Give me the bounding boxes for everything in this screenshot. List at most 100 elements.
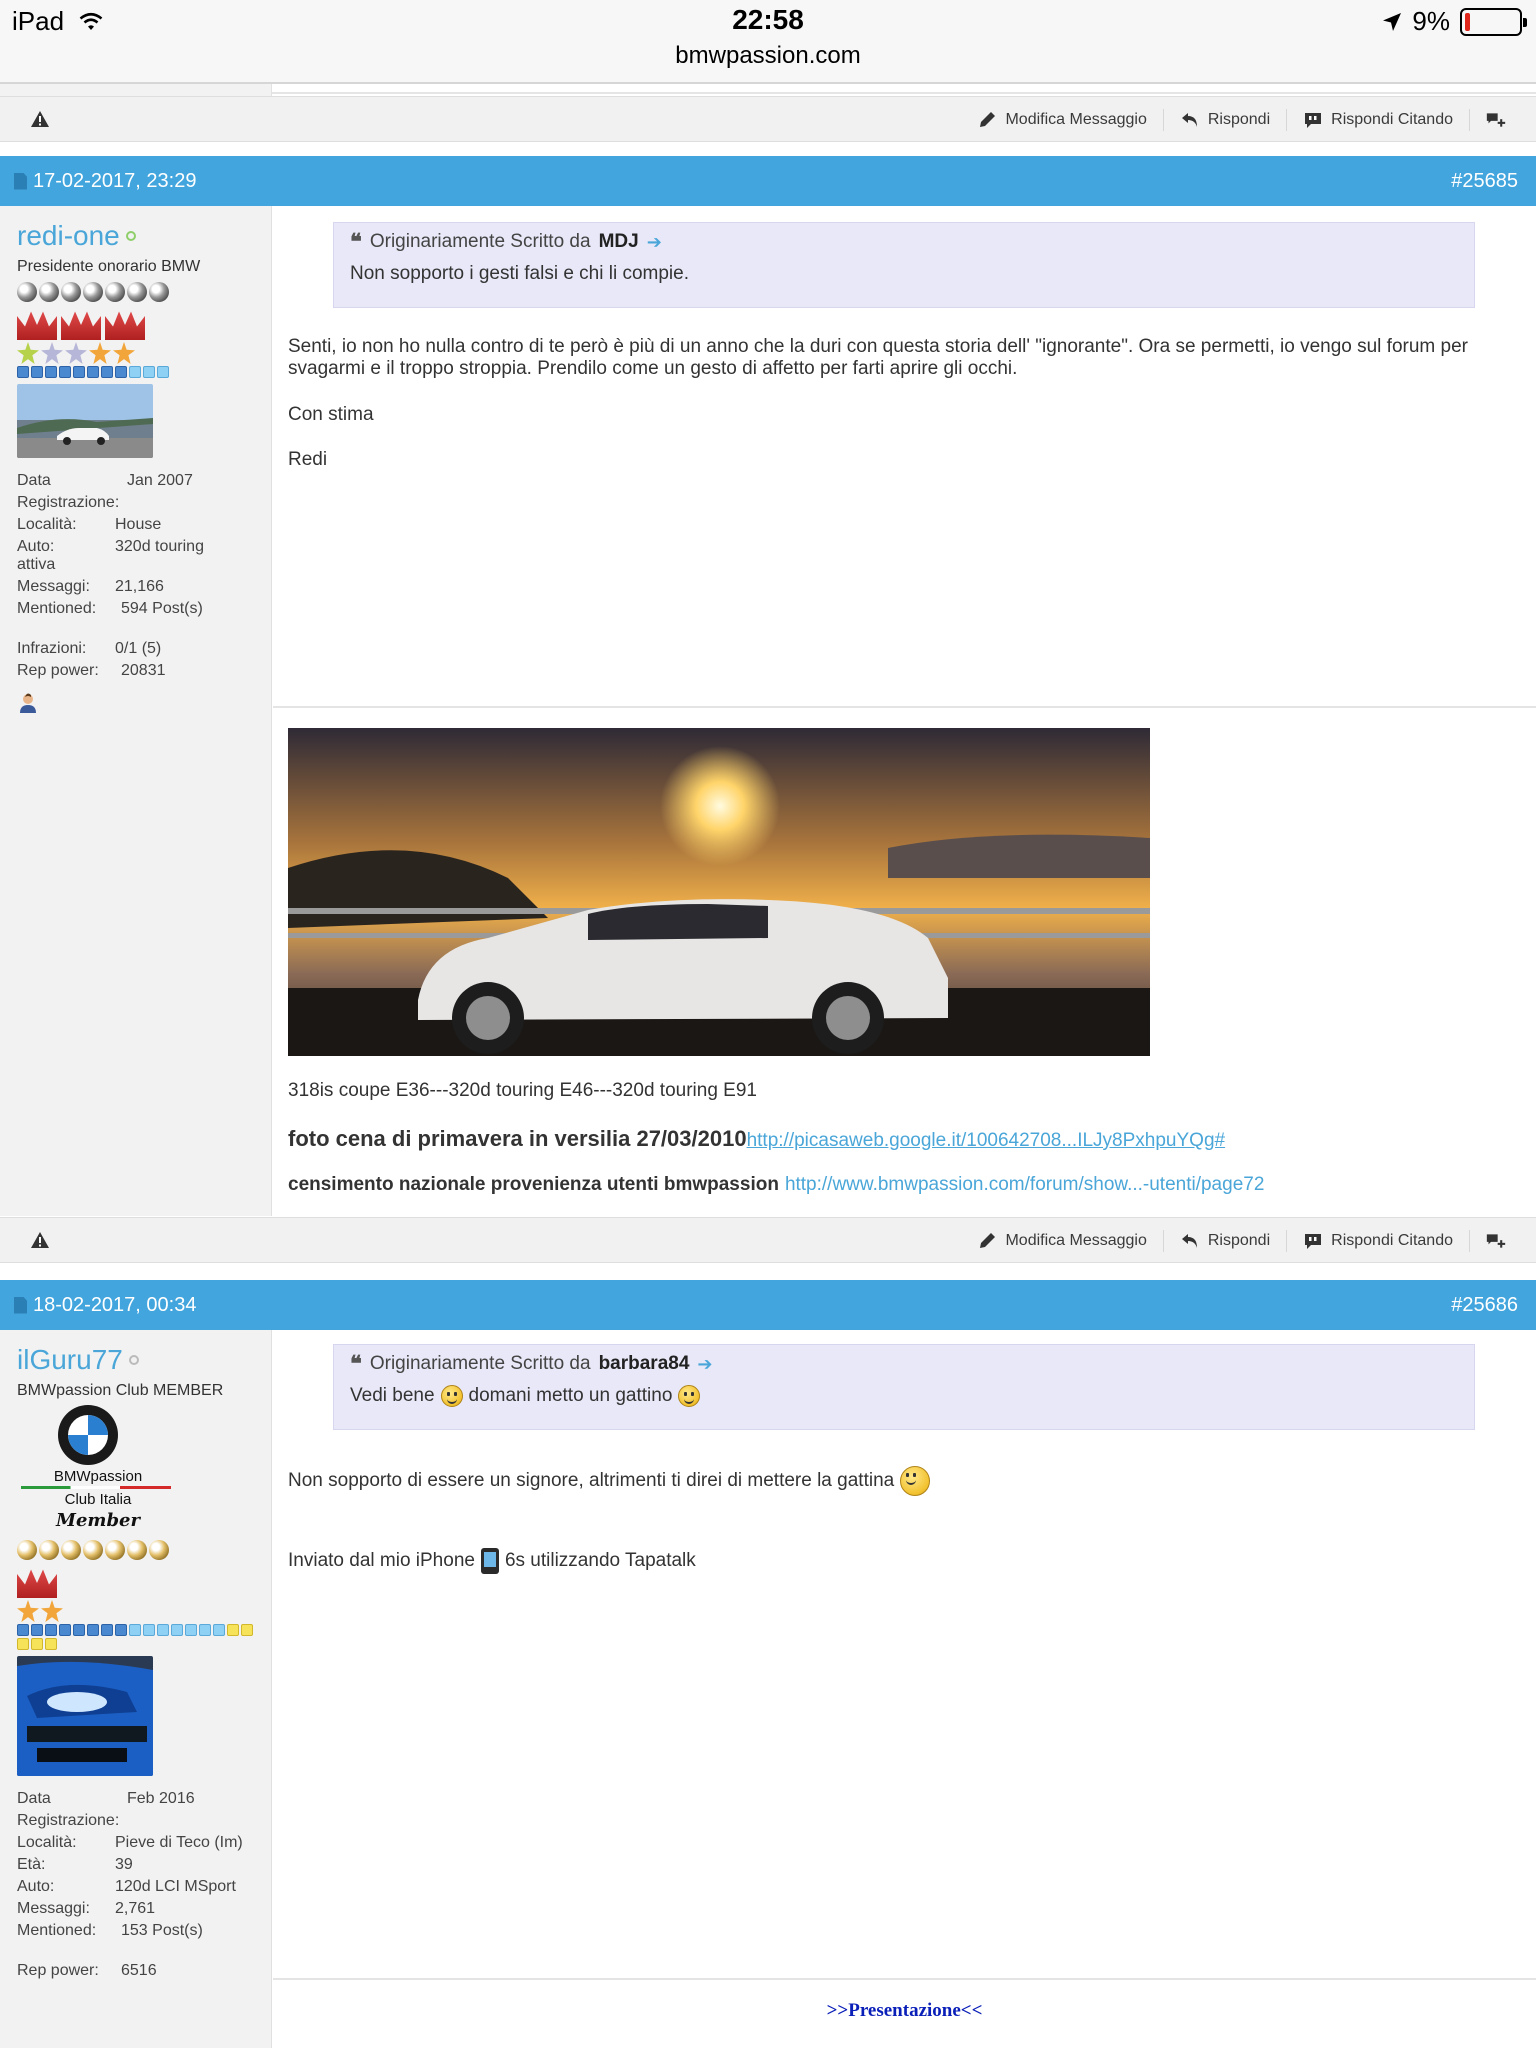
post-text: Inviato dal mio iPhone 6s utilizzando Ta… [288,1548,696,1574]
post-date: 18-02-2017, 00:34 [33,1293,197,1316]
post-header: 18-02-2017, 00:34 #25686 [0,1280,1536,1330]
bmw-logo-icon [58,1405,118,1465]
multiquote-button[interactable] [1469,109,1522,131]
user-avatar[interactable] [17,1656,153,1776]
user-info-panel: ilGuru77 BMWpassion Club MEMBER BMWpassi… [0,1330,272,2048]
laughing-emoji-icon [900,1466,931,1496]
picasa-link[interactable]: http://picasaweb.google.it/100642708...I… [747,1130,1226,1152]
stat-row: Auto: 120d LCI MSport [17,1878,236,1895]
reply-arrow-icon [1181,1234,1197,1248]
ios-status-bar: iPad 22:58 bmwpassion.com 9% [0,0,1536,84]
report-warning-icon[interactable] [30,109,50,129]
post-controls: Modifica Messaggio Rispondi Rispondi Cit… [0,96,1536,142]
post-count-orbs [17,282,271,302]
stat-row: Messaggi: 2,761 [17,1900,156,1917]
quote-bubble-icon [1305,1234,1322,1249]
phone-emoji-icon [480,1548,499,1574]
view-post-arrow-icon[interactable]: ➔ [647,232,662,253]
signature-cars: 318is coupe E36---320d touring E46---320… [288,1080,757,1101]
edit-post-button[interactable]: Modifica Messaggio [961,1230,1162,1252]
crown-awards [17,1568,271,1598]
stat-row: Data Registrazione: Feb 2016 [17,1790,195,1829]
quote-mark-icon: ❝ [350,1351,362,1377]
stat-row: Rep power: 6516 [17,1962,157,1979]
star-icon [113,342,135,364]
star-awards [17,1600,271,1622]
stat-row: Data Registrazione: Jan 2007 [17,472,193,511]
username-link[interactable]: ilGuru77 [17,1344,123,1376]
post-text: Con stima [288,404,374,425]
user-stats: Data Registrazione: Feb 2016 Località: Pie… [17,1788,271,1982]
address-bar-url[interactable]: bmwpassion.com [0,42,1536,70]
post-text: Redi [288,449,328,470]
cool-smiley-icon [678,1385,701,1407]
reply-button[interactable]: Rispondi [1162,1230,1286,1252]
view-post-arrow-icon[interactable]: ➔ [697,1354,712,1375]
quote-block: ❝ Originariamente Scritto da barbara84 ➔… [333,1344,1475,1430]
user-title: Presidente onorario BMW [17,258,201,275]
clock: 22:58 [732,4,804,35]
signature-census-text: censimento nazionale provenienza utenti … [288,1174,779,1195]
stat-row: Infrazioni: 0/1 (5) [17,640,162,657]
star-awards [17,342,271,364]
battery-percent: 9% [1412,6,1450,36]
person-icon [20,693,36,713]
multiquote-plus-icon [1486,1234,1506,1248]
post-document-icon [14,172,27,190]
star-icon [17,1600,39,1622]
user-avatar[interactable] [17,384,153,458]
multiquote-plus-icon [1486,113,1506,127]
reply-with-quote-button[interactable]: Rispondi Citando [1286,109,1469,131]
multiquote-button[interactable] [1469,1230,1522,1252]
stat-row: Mentioned: 153 Post(s) [17,1922,203,1939]
reply-button[interactable]: Rispondi [1162,109,1286,131]
eyes-smiley-icon [440,1385,463,1407]
star-icon [65,342,87,364]
post-content: ❝ Originariamente Scritto da barbara84 ➔… [273,1330,1536,2048]
signature-photo-text: foto cena di primavera in versilia 27/03… [288,1126,747,1151]
star-icon [41,342,63,364]
star-icon [89,342,111,364]
user-title: BMWpassion Club MEMBER [17,1382,224,1399]
user-stats: Data Registrazione: Jan 2007 Località: Hou… [17,470,271,682]
crown-icon [105,311,145,340]
club-member-badge: BMWpassion Club Italia Member [17,1404,177,1534]
star-icon [41,1600,63,1622]
post-text: Non sopporto di essere un signore, altri… [288,1466,931,1496]
report-warning-icon[interactable] [30,1230,50,1250]
census-link[interactable]: http://www.bmwpassion.com/forum/show...-… [785,1174,1264,1196]
post-content: ❝ Originariamente Scritto da MDJ ➔ Non s… [273,206,1536,1216]
crown-icon [61,311,101,340]
reply-arrow-icon [1181,113,1197,127]
stat-row: Località: Pieve di Teco (Im) [17,1834,243,1851]
quote-mark-icon: ❝ [350,229,362,255]
post-text: Senti, io non ho nulla contro di te però… [288,336,1468,379]
battery-icon [1460,7,1527,36]
location-arrow-icon [1383,12,1402,31]
quote-author: barbara84 [598,1353,690,1374]
star-icon [17,342,39,364]
post-number-link[interactable]: #25685 [1451,156,1518,206]
crown-icon [17,1569,57,1598]
post-controls: Modifica Messaggio Rispondi Rispondi Cit… [0,1217,1536,1263]
reputation-bar [17,1624,257,1650]
presentation-link[interactable]: >>Presentazione<< [273,2000,1536,2022]
battery-fill [1465,12,1470,31]
pencil-icon [980,112,996,127]
quote-bubble-icon [1305,113,1322,128]
edit-post-button[interactable]: Modifica Messaggio [961,109,1162,131]
username-link[interactable]: redi-one [17,220,120,252]
quote-block: ❝ Originariamente Scritto da MDJ ➔ Non s… [333,222,1475,308]
post-document-icon [14,1296,27,1314]
stat-row: Mentioned: 594 Post(s) [17,600,203,617]
previous-post-remnant [0,84,1536,96]
online-status-icon [125,231,136,241]
post-date: 17-02-2017, 23:29 [33,169,197,192]
reply-with-quote-button[interactable]: Rispondi Citando [1286,1230,1469,1252]
avatar-blue-car-photo [17,1656,153,1776]
signature-divider [273,706,1536,708]
stat-row: Rep power: 20831 [17,662,166,679]
quote-text: Vedi bene domani metto un gattino [350,1385,1458,1407]
post-number-link[interactable]: #25686 [1451,1280,1518,1330]
signature-divider [273,1978,1536,1980]
